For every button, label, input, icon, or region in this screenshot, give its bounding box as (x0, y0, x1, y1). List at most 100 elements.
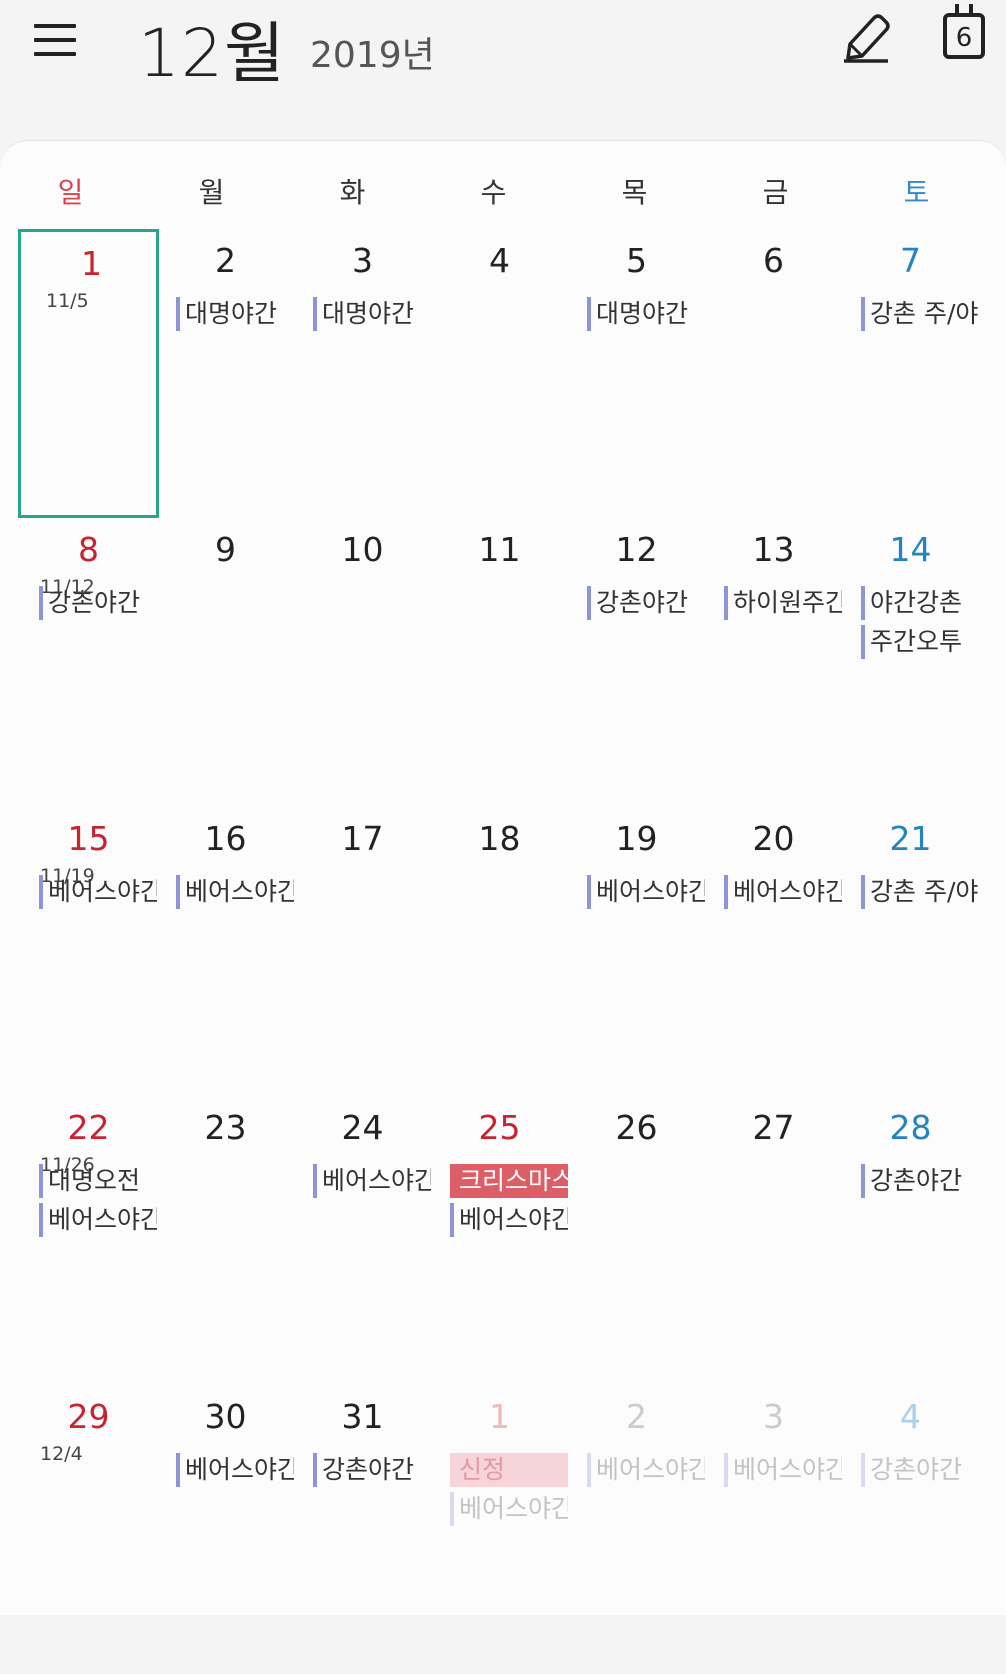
event-list: 크리스마스베어스야간 (450, 1164, 568, 1242)
day-cell[interactable]: 1 11/5 (18, 229, 159, 518)
event-item[interactable]: 강촌 주/야 (861, 875, 979, 909)
day-cell[interactable]: 12 강촌야간 (566, 518, 707, 807)
day-cell[interactable]: 7 강촌 주/야 (840, 229, 981, 518)
event-list: 하이원주간 (724, 586, 842, 625)
event-item[interactable]: 강촌 주/야 (861, 297, 979, 331)
pencil-icon[interactable] (840, 8, 892, 64)
day-cell[interactable]: 14 야간강촌 주간오투 (840, 518, 981, 807)
day-number: 6 (763, 241, 784, 280)
day-number: 29 (67, 1397, 110, 1436)
day-cell[interactable]: 6 (703, 229, 844, 518)
event-item[interactable]: 베어스야간 (450, 1492, 568, 1526)
day-cell[interactable]: 3 베어스야간 (703, 1385, 844, 1674)
day-cell[interactable]: 8 11/12 강촌야간 (18, 518, 159, 807)
day-number: 5 (626, 241, 647, 280)
day-number: 31 (341, 1397, 384, 1436)
day-cell[interactable]: 20 베어스야간 (703, 807, 844, 1096)
day-cell[interactable]: 15 11/19 베어스야간 (18, 807, 159, 1096)
day-cell[interactable]: 21 강촌 주/야 (840, 807, 981, 1096)
day-number: 3 (763, 1397, 784, 1436)
day-cell[interactable]: 10 (292, 518, 433, 807)
day-cell[interactable]: 18 (429, 807, 570, 1096)
day-cell[interactable]: 17 (292, 807, 433, 1096)
event-item[interactable]: 베어스야간 (176, 875, 294, 909)
event-list: 신정베어스야간 (450, 1453, 568, 1531)
day-number: 23 (204, 1108, 247, 1147)
day-number: 26 (615, 1108, 658, 1147)
day-cell[interactable]: 5 대명야간 (566, 229, 707, 518)
day-cell[interactable]: 30 베어스야간 (155, 1385, 296, 1674)
day-number: 19 (615, 819, 658, 858)
day-cell[interactable]: 1 신정 베어스야간 (429, 1385, 570, 1674)
day-cell[interactable]: 29 12/4 (18, 1385, 159, 1674)
day-cell[interactable]: 4 강촌야간 (840, 1385, 981, 1674)
weekday-sat: 토 (903, 176, 930, 209)
day-cell[interactable]: 25 크리스마스 베어스야간 (429, 1096, 570, 1385)
event-item[interactable]: 대명오전 (39, 1164, 157, 1198)
event-list: 대명야간 (176, 297, 294, 336)
event-item[interactable]: 베어스야간 (313, 1164, 431, 1198)
day-cell[interactable]: 4 (429, 229, 570, 518)
weekday-sun: 일 (57, 176, 84, 209)
weekday-wed: 수 (480, 176, 507, 209)
event-item[interactable]: 강촌야간 (587, 586, 705, 620)
event-item[interactable]: 베어스야간 (587, 1453, 705, 1487)
day-cell[interactable]: 13 하이원주간 (703, 518, 844, 807)
event-item[interactable]: 베어스야간 (176, 1453, 294, 1487)
day-cell[interactable]: 19 베어스야간 (566, 807, 707, 1096)
day-number: 11 (478, 530, 521, 569)
event-list: 대명오전베어스야간 (39, 1164, 157, 1242)
day-number: 2 (626, 1397, 647, 1436)
event-item[interactable]: 강촌야간 (313, 1453, 431, 1487)
day-number: 4 (489, 241, 510, 280)
day-number: 21 (889, 819, 932, 858)
day-cell[interactable]: 22 11/26 대명오전 베어스야간 (18, 1096, 159, 1385)
event-item[interactable]: 강촌야간 (861, 1453, 979, 1487)
day-cell[interactable]: 27 (703, 1096, 844, 1385)
event-item[interactable]: 베어스야간 (39, 1203, 157, 1237)
event-item[interactable]: 대명야간 (587, 297, 705, 331)
calendar-today-icon[interactable]: 6 (941, 4, 993, 64)
day-cell[interactable]: 9 (155, 518, 296, 807)
day-cell[interactable]: 26 (566, 1096, 707, 1385)
event-item[interactable]: 주간오투 (861, 625, 979, 659)
event-list: 강촌 주/야 (861, 297, 979, 336)
weekday-mon: 월 (198, 176, 225, 209)
event-item[interactable]: 베어스야간 (450, 1203, 568, 1237)
event-item[interactable]: 대명야간 (313, 297, 431, 331)
event-list: 대명야간 (313, 297, 431, 336)
event-item[interactable]: 강촌야간 (861, 1164, 979, 1198)
holiday-label[interactable]: 크리스마스 (450, 1164, 568, 1198)
event-list: 베어스야간 (176, 1453, 294, 1492)
day-number: 30 (204, 1397, 247, 1436)
event-item[interactable]: 베어스야간 (39, 875, 157, 909)
event-item[interactable]: 베어스야간 (724, 875, 842, 909)
year-title: 2019년 (310, 35, 435, 76)
day-number: 3 (352, 241, 373, 280)
event-list: 베어스야간 (724, 875, 842, 914)
hamburger-menu-icon[interactable] (34, 18, 78, 58)
event-item[interactable]: 베어스야간 (724, 1453, 842, 1487)
day-cell[interactable]: 2 대명야간 (155, 229, 296, 518)
day-cell[interactable]: 23 (155, 1096, 296, 1385)
event-list: 강촌야간 (861, 1164, 979, 1203)
day-number: 15 (67, 819, 110, 858)
weekday-tue: 화 (339, 176, 366, 209)
event-item[interactable]: 강촌야간 (39, 586, 157, 620)
day-cell[interactable]: 28 강촌야간 (840, 1096, 981, 1385)
event-item[interactable]: 하이원주간 (724, 586, 842, 620)
day-cell[interactable]: 24 베어스야간 (292, 1096, 433, 1385)
day-number: 24 (341, 1108, 384, 1147)
event-item[interactable]: 베어스야간 (587, 875, 705, 909)
day-number: 4 (900, 1397, 921, 1436)
month-title[interactable]: 12월 (138, 0, 286, 96)
day-cell[interactable]: 2 베어스야간 (566, 1385, 707, 1674)
event-item[interactable]: 대명야간 (176, 297, 294, 331)
day-cell[interactable]: 11 (429, 518, 570, 807)
lunar-date: 11/5 (46, 290, 89, 312)
holiday-label[interactable]: 신정 (450, 1453, 568, 1487)
day-cell[interactable]: 16 베어스야간 (155, 807, 296, 1096)
day-cell[interactable]: 3 대명야간 (292, 229, 433, 518)
event-item[interactable]: 야간강촌 (861, 586, 979, 620)
day-cell[interactable]: 31 강촌야간 (292, 1385, 433, 1674)
